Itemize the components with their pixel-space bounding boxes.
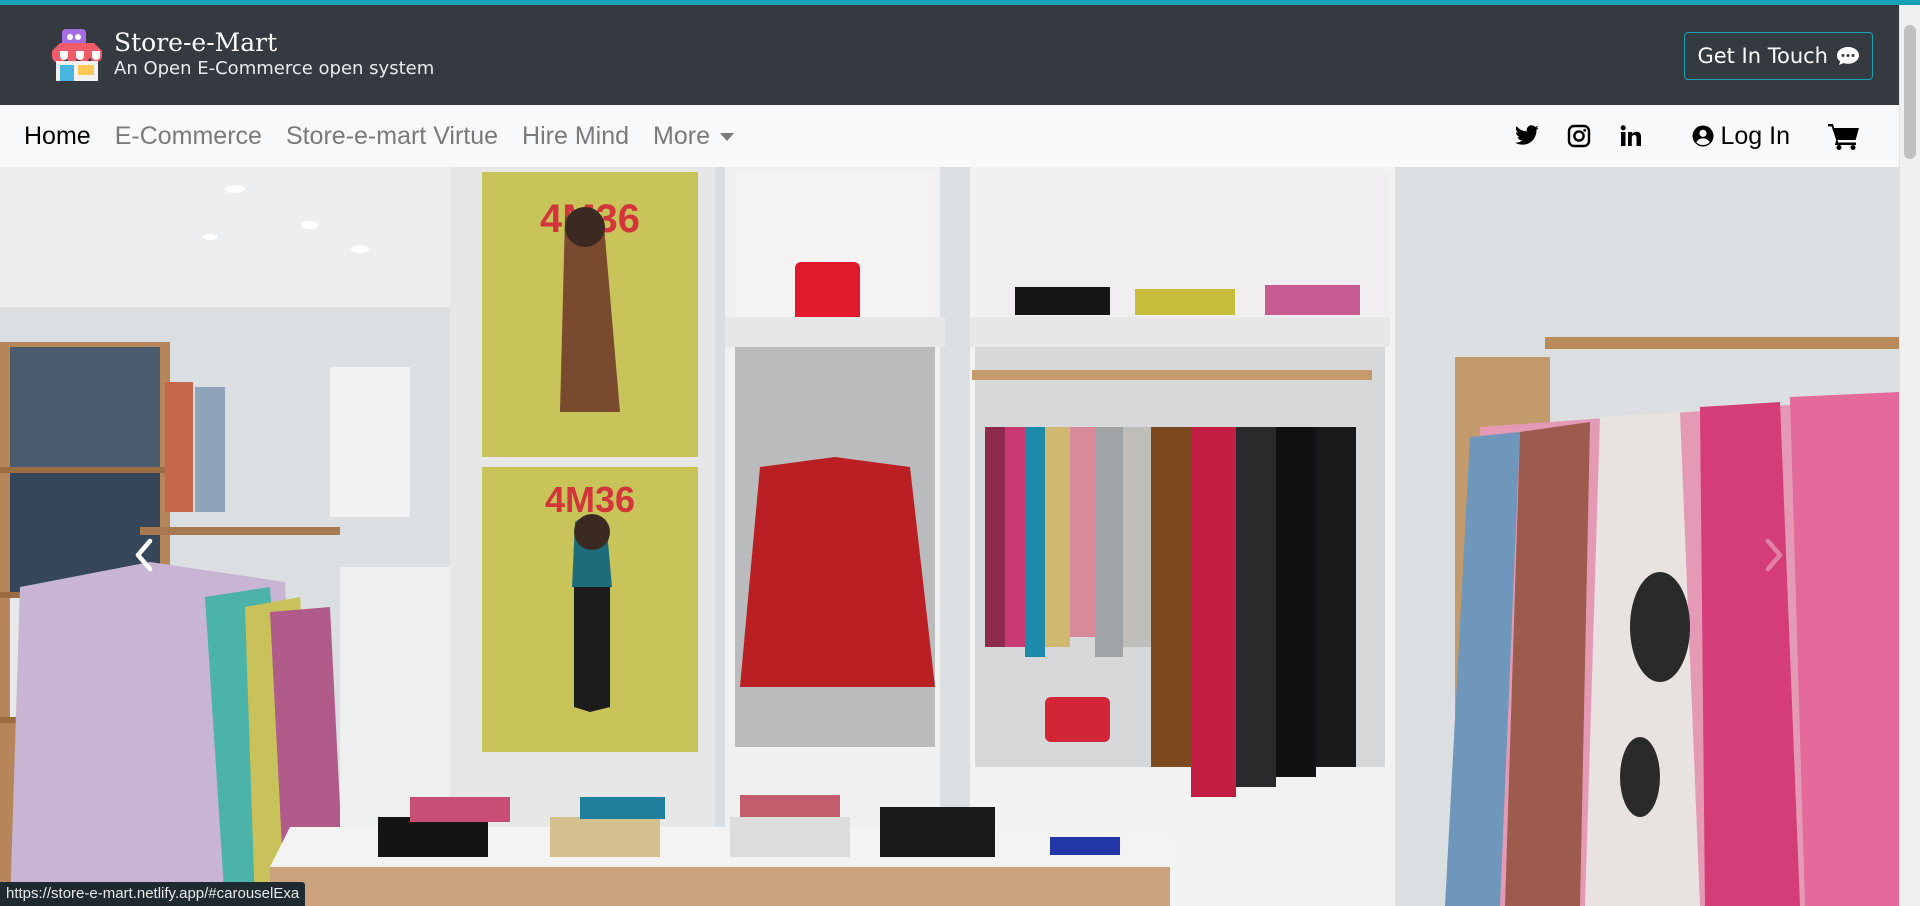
nav-item-more-dropdown[interactable]: More: [641, 122, 746, 151]
status-bar-url: https://store-e-mart.netlify.app/#carous…: [0, 882, 306, 906]
chat-bubble-icon: [1837, 47, 1859, 65]
nav-actions: Log In: [1514, 105, 1860, 167]
site-header: Store-e-Mart An Open E-Commerce open sys…: [0, 5, 1900, 105]
chevron-right-icon[interactable]: [1758, 535, 1790, 575]
nav-item-ecommerce[interactable]: E-Commerce: [103, 122, 274, 151]
get-in-touch-button[interactable]: Get In Touch: [1684, 32, 1873, 80]
brand-subtitle: An Open E-Commerce open system: [114, 58, 435, 79]
nav-item-hire-mind[interactable]: Hire Mind: [510, 122, 641, 151]
user-circle-icon: [1692, 125, 1714, 147]
cart-icon[interactable]: [1828, 122, 1860, 150]
nav-item-home[interactable]: Home: [12, 122, 103, 151]
scrollbar-thumb[interactable]: [1904, 25, 1916, 159]
get-in-touch-label: Get In Touch: [1697, 44, 1828, 68]
page-scrollbar[interactable]: [1899, 5, 1920, 906]
main-nav: Home E-Commerce Store-e-mart Virtue Hire…: [0, 105, 1900, 168]
carousel-slide-image: 4M36 4M36: [0, 167, 1900, 906]
poster-text-bottom: 4M36: [545, 479, 635, 520]
twitter-icon[interactable]: [1514, 123, 1540, 149]
chevron-left-icon[interactable]: [128, 535, 160, 575]
instagram-icon[interactable]: [1566, 123, 1592, 149]
storefront-icon: [52, 29, 102, 81]
login-button[interactable]: Log In: [1692, 122, 1790, 151]
brand[interactable]: Store-e-Mart An Open E-Commerce open sys…: [48, 25, 434, 83]
nav-links: Home E-Commerce Store-e-mart Virtue Hire…: [12, 105, 746, 167]
nav-item-virtue[interactable]: Store-e-mart Virtue: [274, 122, 510, 151]
login-label: Log In: [1720, 121, 1790, 150]
linkedin-icon[interactable]: [1618, 123, 1644, 149]
hero-carousel: 4M36 4M36: [0, 167, 1900, 906]
brand-title: Store-e-Mart: [114, 28, 278, 57]
